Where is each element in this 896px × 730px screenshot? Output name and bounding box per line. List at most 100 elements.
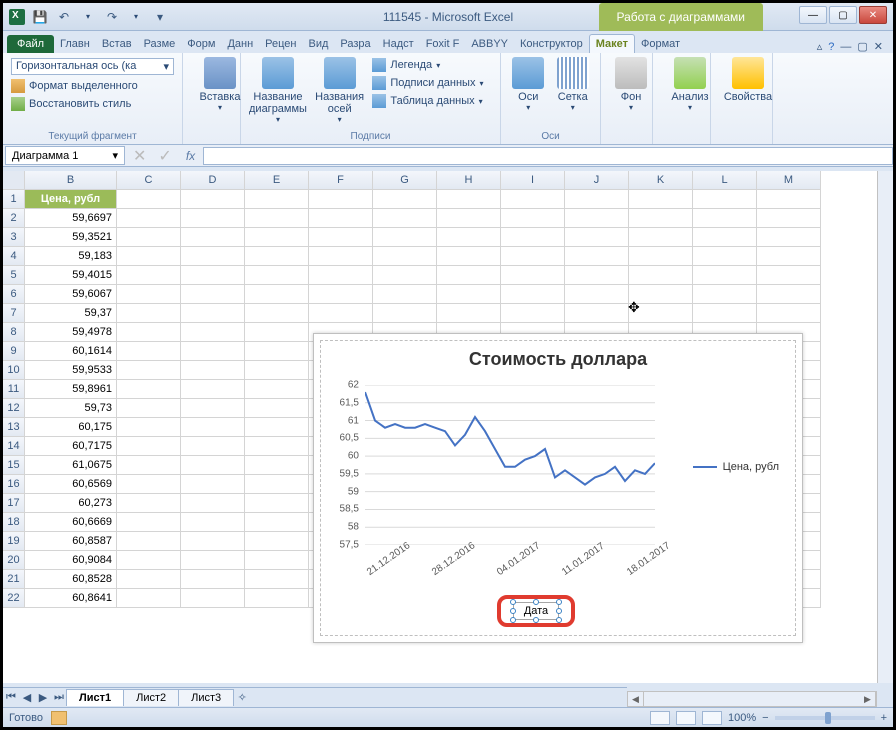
undo-icon[interactable]: ↶ [55, 8, 73, 26]
cell-J5[interactable] [565, 266, 629, 285]
cell-F1[interactable] [309, 190, 373, 209]
cell-H3[interactable] [437, 228, 501, 247]
workbook-close[interactable]: ✕ [874, 40, 883, 53]
cell-B22[interactable]: 60,8641 [25, 589, 117, 608]
tab-layout[interactable]: Макет [589, 34, 635, 53]
cell-M3[interactable] [757, 228, 821, 247]
axis-title-editbox[interactable]: Дата [513, 602, 559, 620]
row-header-14[interactable]: 14 [3, 437, 25, 456]
cell-B10[interactable]: 59,9533 [25, 361, 117, 380]
cell-D21[interactable] [181, 570, 245, 589]
cell-D7[interactable] [181, 304, 245, 323]
chart-object[interactable]: Стоимость доллара 57,55858,55959,56060,5… [313, 333, 803, 643]
cell-G5[interactable] [373, 266, 437, 285]
axis-titles-button[interactable]: Названия осей▾ [313, 57, 366, 124]
cell-E6[interactable] [245, 285, 309, 304]
col-header-M[interactable]: M [757, 171, 821, 190]
cell-B14[interactable]: 60,7175 [25, 437, 117, 456]
tab-developer[interactable]: Разра [334, 35, 376, 53]
cell-L3[interactable] [693, 228, 757, 247]
tab-foxit[interactable]: Foxit F [420, 35, 466, 53]
cell-L2[interactable] [693, 209, 757, 228]
cell-D4[interactable] [181, 247, 245, 266]
tab-nav-next[interactable]: ▶ [35, 690, 51, 706]
col-header-D[interactable]: D [181, 171, 245, 190]
cell-F2[interactable] [309, 209, 373, 228]
cell-F4[interactable] [309, 247, 373, 266]
cell-E9[interactable] [245, 342, 309, 361]
cell-C7[interactable] [117, 304, 181, 323]
accept-fx-icon[interactable]: ✓ [152, 146, 177, 166]
cell-B21[interactable]: 60,8528 [25, 570, 117, 589]
cell-M6[interactable] [757, 285, 821, 304]
row-header-21[interactable]: 21 [3, 570, 25, 589]
save-icon[interactable]: 💾 [31, 8, 49, 26]
cell-D10[interactable] [181, 361, 245, 380]
tab-format[interactable]: Формат [635, 35, 686, 53]
cell-E16[interactable] [245, 475, 309, 494]
cell-C20[interactable] [117, 551, 181, 570]
tab-nav-first[interactable]: ⏮ [3, 690, 19, 706]
cell-G3[interactable] [373, 228, 437, 247]
cell-C18[interactable] [117, 513, 181, 532]
cancel-fx-icon[interactable]: ✕ [127, 146, 152, 166]
cell-K4[interactable] [629, 247, 693, 266]
tab-nav-last[interactable]: ⏭ [51, 690, 67, 706]
cell-D19[interactable] [181, 532, 245, 551]
row-header-15[interactable]: 15 [3, 456, 25, 475]
cell-C14[interactable] [117, 437, 181, 456]
cell-C6[interactable] [117, 285, 181, 304]
chart-title-button[interactable]: Название диаграммы▾ [249, 57, 307, 124]
workbook-min[interactable]: — [840, 41, 851, 53]
cell-E14[interactable] [245, 437, 309, 456]
cell-B8[interactable]: 59,4978 [25, 323, 117, 342]
row-header-16[interactable]: 16 [3, 475, 25, 494]
cell-E12[interactable] [245, 399, 309, 418]
cell-D15[interactable] [181, 456, 245, 475]
cell-M2[interactable] [757, 209, 821, 228]
row-header-1[interactable]: 1 [3, 190, 25, 209]
cell-C8[interactable] [117, 323, 181, 342]
cell-B11[interactable]: 59,8961 [25, 380, 117, 399]
view-normal[interactable] [650, 711, 670, 725]
select-all-corner[interactable] [3, 171, 25, 190]
cell-I7[interactable] [501, 304, 565, 323]
zoom-percent[interactable]: 100% [728, 712, 756, 724]
cell-D13[interactable] [181, 418, 245, 437]
cell-J1[interactable] [565, 190, 629, 209]
tab-abbyy[interactable]: ABBYY [465, 35, 514, 53]
cell-D12[interactable] [181, 399, 245, 418]
cell-E21[interactable] [245, 570, 309, 589]
col-header-C[interactable]: C [117, 171, 181, 190]
cell-J4[interactable] [565, 247, 629, 266]
cell-H4[interactable] [437, 247, 501, 266]
fx-icon[interactable]: fx [178, 149, 203, 163]
chart-title[interactable]: Стоимость доллара [321, 341, 795, 374]
cell-C13[interactable] [117, 418, 181, 437]
cell-E17[interactable] [245, 494, 309, 513]
cell-L4[interactable] [693, 247, 757, 266]
cell-C9[interactable] [117, 342, 181, 361]
cell-D14[interactable] [181, 437, 245, 456]
cell-D5[interactable] [181, 266, 245, 285]
cell-B16[interactable]: 60,6569 [25, 475, 117, 494]
cell-M4[interactable] [757, 247, 821, 266]
cell-I6[interactable] [501, 285, 565, 304]
cell-K2[interactable] [629, 209, 693, 228]
tab-pagelayout[interactable]: Разме [138, 35, 182, 53]
tab-addins[interactable]: Надст [377, 35, 420, 53]
cell-B17[interactable]: 60,273 [25, 494, 117, 513]
row-header-12[interactable]: 12 [3, 399, 25, 418]
col-header-L[interactable]: L [693, 171, 757, 190]
cell-C3[interactable] [117, 228, 181, 247]
reset-style[interactable]: Восстановить стиль [11, 96, 174, 112]
cell-C15[interactable] [117, 456, 181, 475]
cell-J7[interactable] [565, 304, 629, 323]
cell-E11[interactable] [245, 380, 309, 399]
tab-review[interactable]: Рецен [259, 35, 302, 53]
row-header-22[interactable]: 22 [3, 589, 25, 608]
data-labels-button[interactable]: Подписи данных ▾ [372, 75, 492, 91]
cell-G6[interactable] [373, 285, 437, 304]
zoom-out[interactable]: − [762, 712, 768, 724]
row-header-17[interactable]: 17 [3, 494, 25, 513]
